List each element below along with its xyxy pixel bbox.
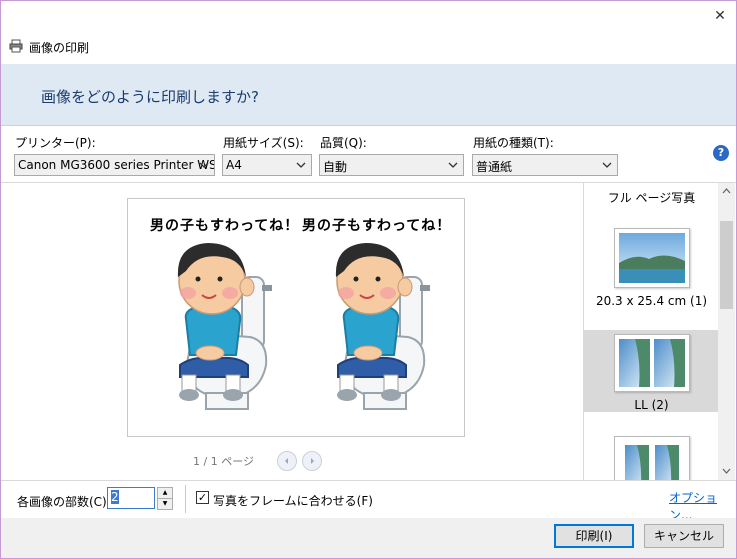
copies-label: 各画像の部数(C): xyxy=(17,495,111,509)
close-button[interactable]: ✕ xyxy=(707,5,733,27)
close-icon: ✕ xyxy=(714,8,726,24)
landscape-thumbnail-image xyxy=(619,233,685,283)
prev-page-button[interactable] xyxy=(277,451,297,471)
chevron-down-icon xyxy=(296,162,306,168)
layout-item-label: LL (2) xyxy=(634,398,669,412)
boy-on-toilet-illustration xyxy=(335,243,430,410)
divider xyxy=(185,485,186,513)
paper-size-select[interactable]: A4 xyxy=(222,154,312,176)
header-band: 画像をどのように印刷しますか? xyxy=(1,64,736,126)
decrement-button[interactable]: ▼ xyxy=(157,498,173,510)
footer: 印刷(I) キャンセル xyxy=(1,518,736,558)
paper-type-value: 普通紙 xyxy=(476,160,513,174)
page-counter: 1 / 1 ページ xyxy=(193,455,254,468)
cancel-button[interactable]: キャンセル xyxy=(644,524,724,548)
fit-frame-checkbox[interactable]: ✓ xyxy=(196,491,209,504)
chevron-right-icon xyxy=(311,458,314,464)
paper-size-value: A4 xyxy=(226,158,242,172)
quality-value: 自動 xyxy=(323,160,348,174)
layout-thumbnail xyxy=(614,334,690,392)
quality-label: 品質(Q): xyxy=(320,136,367,150)
printer-label: プリンター(P): xyxy=(15,136,96,150)
fit-frame-label[interactable]: 写真をフレームに合わせる(F) xyxy=(213,492,373,509)
layout-item-small[interactable] xyxy=(584,423,719,480)
layout-thumbnail xyxy=(614,436,690,480)
printer-select[interactable]: Canon MG3600 series Printer WS xyxy=(14,154,215,176)
layout-item-ll[interactable]: LL (2) xyxy=(584,330,719,412)
window-title: 画像の印刷 xyxy=(29,41,90,55)
multi-portrait-thumbnail-image xyxy=(625,445,679,480)
scrollbar-thumb[interactable] xyxy=(720,221,733,309)
copies-spinner[interactable]: ▲ ▼ xyxy=(157,487,173,510)
paper-type-label: 用紙の種類(T): xyxy=(473,136,554,150)
quality-select[interactable]: 自動 xyxy=(319,154,464,176)
printer-select-value: Canon MG3600 series Printer WS xyxy=(18,158,215,172)
arrow-down-icon: ▼ xyxy=(162,500,168,507)
two-portrait-thumbnail-image xyxy=(619,339,685,387)
chevron-down-icon xyxy=(448,162,458,168)
arrow-up-icon: ▲ xyxy=(162,489,168,496)
copies-value: 2 xyxy=(111,490,119,504)
paper-type-select[interactable]: 普通紙 xyxy=(472,154,618,176)
chevron-up-icon[interactable] xyxy=(722,188,731,194)
next-page-button[interactable] xyxy=(302,451,322,471)
copies-input[interactable]: 2 xyxy=(107,487,155,509)
bottom-controls: 各画像の部数(C): 2 ▲ ▼ ✓ 写真をフレームに合わせる(F) オプション… xyxy=(1,480,736,522)
layout-item-label: 20.3 x 25.4 cm (1) xyxy=(595,294,708,308)
layout-scrollbar[interactable] xyxy=(718,183,735,480)
page-preview: 男の子もすわってね！ 男の子もすわってね！ xyxy=(127,198,465,437)
title-bar: 画像の印刷 ✕ xyxy=(1,1,736,61)
layout-heading: フル ページ写真 xyxy=(607,191,696,205)
chevron-down-icon xyxy=(602,162,612,168)
preview-area: 男の子もすわってね！ 男の子もすわってね！ 1 / 1 ページ xyxy=(1,183,582,480)
header-question: 画像をどのように印刷しますか? xyxy=(41,88,259,106)
image-caption: 男の子もすわってね！ xyxy=(302,218,452,234)
layout-thumbnail xyxy=(614,228,690,288)
help-icon[interactable]: ? xyxy=(713,145,729,161)
checkmark-icon: ✓ xyxy=(197,491,208,504)
chevron-left-icon xyxy=(285,458,288,464)
layout-panel: フル ページ写真 20.3 x 25.4 cm (1) LL (2) xyxy=(583,183,719,480)
chevron-down-icon xyxy=(199,162,209,168)
boy-on-toilet-illustration xyxy=(177,243,272,410)
printer-icon xyxy=(9,39,23,53)
layout-item-full-page[interactable]: 20.3 x 25.4 cm (1) xyxy=(584,221,719,331)
paper-size-label: 用紙サイズ(S): xyxy=(223,136,304,150)
chevron-down-icon[interactable] xyxy=(722,468,731,474)
image-caption: 男の子もすわってね！ xyxy=(150,218,300,234)
print-button[interactable]: 印刷(I) xyxy=(554,524,634,548)
